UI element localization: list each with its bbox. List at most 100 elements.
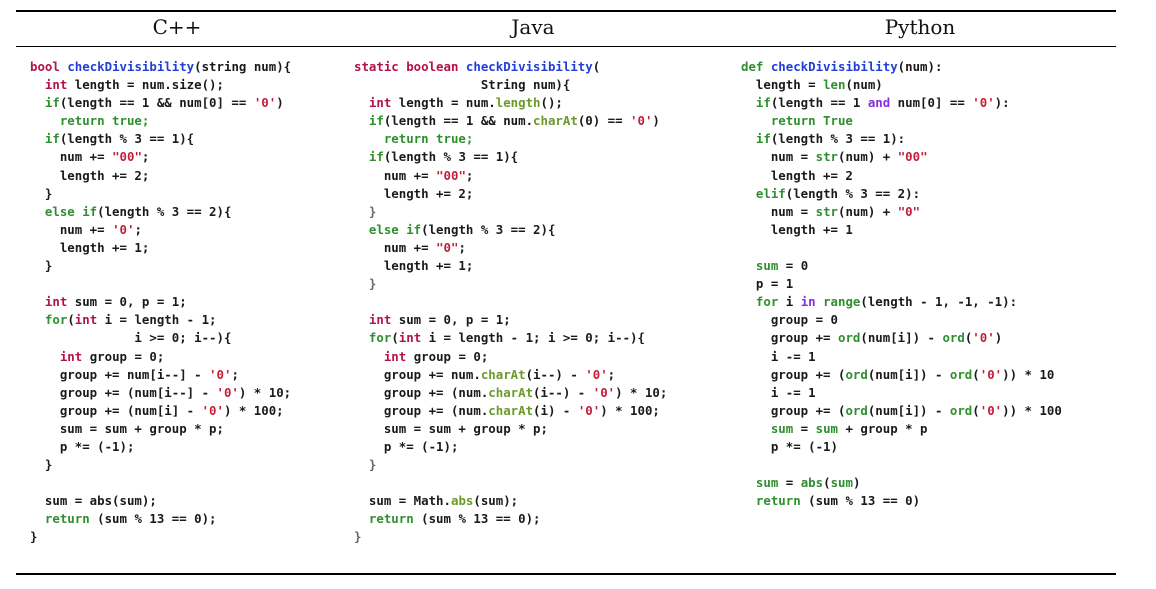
code-line: length += 1;: [354, 257, 667, 275]
code-token: ):: [994, 95, 1010, 111]
code-token: (num[i]) -: [867, 402, 950, 418]
code-token: (length % 3 == 1){: [383, 149, 519, 165]
code-token: abs: [800, 475, 824, 491]
code-token: group += (num.: [354, 402, 489, 418]
code-token: abs: [450, 493, 474, 509]
code-token: int: [398, 330, 429, 346]
code-token: for: [741, 294, 786, 310]
code-token: if: [30, 95, 60, 111]
code-token: sum: [741, 258, 779, 274]
code-line: int sum = 0, p = 1;: [30, 293, 291, 311]
code-line: if(length == 1 && num[0] == '0'): [30, 94, 291, 112]
code-token: ord: [837, 330, 861, 346]
code-token: ): [276, 95, 284, 111]
column-header-java: Java: [511, 15, 555, 39]
code-line: num += "00";: [30, 148, 291, 166]
code-token: '0': [216, 384, 239, 400]
code-token: group += num.: [354, 366, 481, 382]
code-line: bool checkDivisibility(string num){: [30, 58, 291, 76]
code-token: length: [495, 95, 541, 111]
code-token: ) * 10;: [238, 384, 292, 400]
code-token: elif: [741, 185, 786, 201]
code-token: for: [30, 312, 68, 328]
code-token: p = 1: [741, 276, 794, 292]
code-token: (length % 3 == 2):: [785, 185, 921, 201]
code-token: if: [354, 149, 384, 165]
code-token: (sum);: [473, 493, 519, 509]
code-line: group += num[i--] - '0';: [30, 366, 291, 384]
code-line: def checkDivisibility(num):: [741, 58, 1062, 76]
code-token: int: [354, 348, 414, 364]
code-token: (: [823, 475, 831, 491]
code-token: '0': [112, 221, 135, 237]
code-token: (length - 1, -1, -1):: [860, 294, 1018, 310]
code-token: '0': [592, 384, 616, 400]
code-line: num += "0";: [354, 239, 667, 257]
code-token: return: [354, 511, 422, 527]
code-token: num[0] ==: [890, 95, 973, 111]
code-token: + group * p: [838, 420, 928, 436]
code-token: ) * 100;: [600, 402, 660, 418]
code-line: sum = abs(sum): [741, 474, 1062, 492]
code-line: return True: [741, 112, 1062, 130]
code-token: ) * 10;: [615, 384, 668, 400]
code-token: num +=: [354, 239, 437, 255]
code-token: group += (num[i--] -: [30, 384, 217, 400]
code-token: (num): [845, 77, 883, 93]
code-block-java: static boolean checkDivisibility( String…: [354, 58, 667, 547]
code-line: return true;: [30, 112, 291, 130]
code-token: String num){: [354, 77, 571, 93]
code-token: (: [972, 402, 980, 418]
code-token: checkDivisibility: [770, 59, 898, 74]
code-token: charAt: [480, 366, 526, 382]
code-token: checkDivisibility: [67, 59, 195, 74]
code-token: i: [785, 294, 801, 310]
code-token: str: [815, 203, 838, 219]
code-token: p *= (-1): [741, 438, 838, 454]
code-line: if(length % 3 == 1):: [741, 130, 1062, 148]
code-token: ;: [458, 239, 466, 255]
code-token: (i) -: [533, 402, 578, 418]
code-line: p *= (-1);: [354, 438, 667, 456]
code-line: group += (ord(num[i]) - ord('0')) * 100: [741, 402, 1062, 420]
code-line: int length = num.size();: [30, 76, 291, 94]
code-token: def: [741, 59, 771, 74]
code-token: =: [778, 475, 801, 491]
code-token: "0": [436, 239, 459, 255]
code-line: return (sum % 13 == 0): [741, 492, 1062, 510]
code-token: ;: [607, 366, 616, 382]
code-token: static boolean: [354, 59, 466, 74]
code-token: ): [652, 113, 660, 129]
code-token: sum: [741, 475, 779, 491]
code-token: return true;: [30, 113, 150, 129]
code-token: group = 0;: [89, 348, 165, 364]
code-token: int: [354, 95, 399, 111]
code-token: (: [391, 330, 399, 346]
code-token: (num):: [897, 59, 943, 74]
code-token: num =: [741, 149, 816, 165]
code-token: int: [74, 312, 105, 328]
code-token: if: [30, 131, 60, 147]
code-token: ord: [942, 330, 965, 346]
code-token: (num) +: [838, 149, 898, 165]
code-line: }: [30, 528, 291, 546]
code-token: '0': [585, 366, 608, 382]
code-token: i >= 0; i--){: [30, 330, 232, 346]
code-line: int group = 0;: [30, 348, 291, 366]
code-line: p *= (-1): [741, 438, 1062, 456]
code-token: range: [823, 294, 861, 310]
code-token: len: [823, 77, 846, 93]
code-line: if(length % 3 == 1){: [354, 148, 667, 166]
code-token: int: [30, 77, 75, 93]
code-token: ) * 100;: [223, 402, 284, 418]
code-token: charAt: [533, 113, 578, 129]
code-token: group += (: [741, 402, 846, 418]
code-line: if(length == 1 && num.charAt(0) == '0'): [354, 112, 667, 130]
code-token: "00": [897, 149, 928, 165]
code-token: length = num.size();: [74, 77, 224, 93]
code-token: '0': [972, 95, 995, 111]
code-line: length += 2: [741, 167, 1062, 185]
code-token: "0": [897, 203, 921, 219]
